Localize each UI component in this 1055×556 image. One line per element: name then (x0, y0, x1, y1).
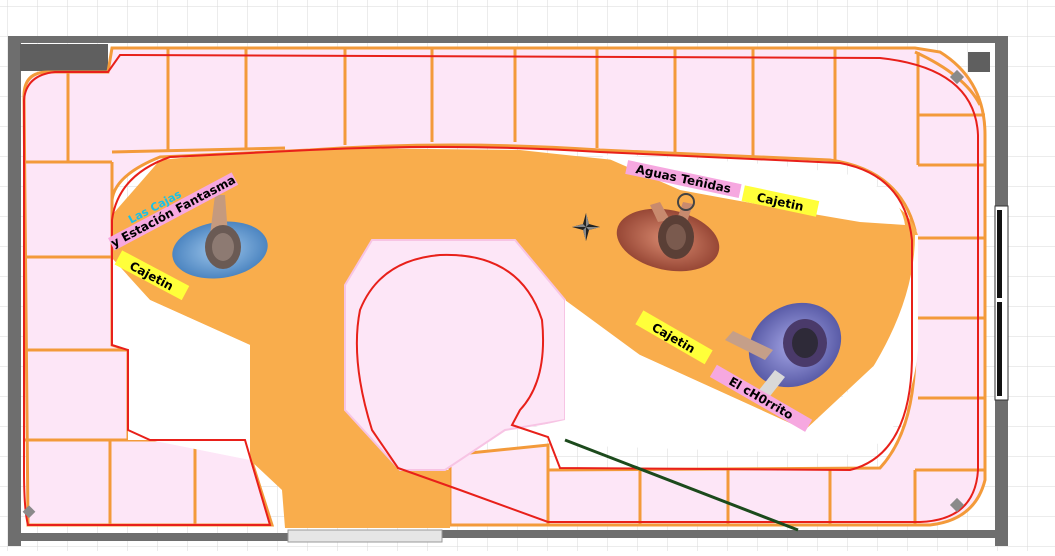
layout-plan: y Estación Fantasma Las Cajas Aguas Teñi… (0, 0, 1055, 551)
window (994, 205, 1009, 401)
door-opening (287, 529, 443, 543)
